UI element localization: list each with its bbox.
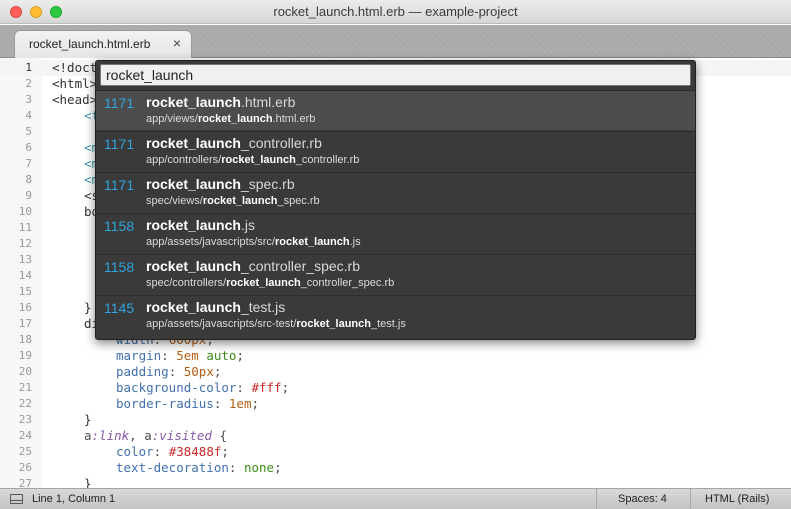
- goto-result-item[interactable]: 1158 rocket_launch_controller_spec.rbspec…: [96, 254, 695, 294]
- status-bar: Line 1, Column 1 Spaces: 4 HTML (Rails): [0, 488, 791, 509]
- line-number: 10: [18, 205, 32, 218]
- result-score: 1158: [104, 259, 135, 275]
- result-path: app/controllers/rocket_launch_controller…: [146, 154, 360, 166]
- result-filename: rocket_launch.js: [146, 217, 255, 233]
- code-line-3: <head>: [52, 92, 98, 107]
- code-line-16: }: [84, 300, 92, 315]
- result-filename: rocket_launch_spec.rb: [146, 176, 295, 192]
- goto-search-input[interactable]: rocket_launch: [100, 64, 691, 86]
- line-number: 5: [25, 125, 32, 138]
- result-score: 1171: [104, 177, 135, 193]
- code-line-25: color: #38488f;: [116, 444, 229, 459]
- result-path: app/assets/javascripts/src-test/rocket_l…: [146, 318, 406, 330]
- result-filename: rocket_launch_test.js: [146, 299, 286, 315]
- line-number: 9: [25, 189, 32, 202]
- line-number: 19: [18, 349, 32, 362]
- result-score: 1171: [104, 136, 135, 152]
- goto-result-item[interactable]: 1171 rocket_launch_controller.rb app/contr…: [96, 131, 695, 171]
- line-number: 3: [25, 93, 32, 106]
- line-number: 17: [18, 317, 32, 330]
- result-score: 1171: [104, 95, 135, 111]
- panel-toggle-icon[interactable]: [10, 494, 23, 504]
- status-divider: [690, 489, 691, 509]
- line-number: 15: [18, 285, 32, 298]
- result-path: spec/controllers/rocket_launch_controlle…: [146, 277, 395, 289]
- result-score: 1158: [104, 218, 135, 234]
- result-path: spec/views/rocket_launch_spec.rb: [146, 195, 320, 207]
- line-number: 20: [18, 365, 32, 378]
- line-number: 21: [18, 381, 32, 394]
- tab-bar: rocket_launch.html.erb ×: [0, 25, 791, 58]
- line-number: 7: [25, 157, 32, 170]
- line-number: 22: [18, 397, 32, 410]
- code-line-22: border-radius: 1em;: [116, 396, 260, 411]
- goto-anything-panel: rocket_launch 1171 rocket_launch.html.erb…: [95, 60, 696, 340]
- line-number: 11: [18, 221, 32, 234]
- goto-result-item[interactable]: 1158 rocket_launch.js app/assets/javascrip…: [96, 213, 695, 253]
- line-number: 12: [18, 237, 32, 250]
- tab-label: rocket_launch.html.erb: [29, 37, 151, 51]
- result-score: 1145: [104, 300, 135, 316]
- goto-result-item[interactable]: 1171 rocket_launch.html.erb app/views/rock…: [96, 90, 695, 130]
- line-number: 26: [18, 461, 32, 474]
- line-number: 18: [18, 333, 32, 346]
- code-line-2: <html>: [52, 76, 98, 91]
- line-number: 6: [25, 141, 32, 154]
- code-line-24: a:link, a:visited {: [84, 428, 228, 443]
- result-filename: rocket_launch_controller.rb: [146, 135, 322, 151]
- code-line-1: <!doct: [52, 60, 98, 75]
- line-number: 4: [25, 109, 32, 122]
- syntax-selector[interactable]: HTML (Rails): [705, 493, 769, 505]
- line-number: 23: [18, 413, 32, 426]
- result-path: app/views/rocket_launch.html.erb: [146, 113, 316, 125]
- line-number: 1: [25, 61, 32, 74]
- tab-rocket-launch[interactable]: rocket_launch.html.erb ×: [14, 30, 192, 58]
- indentation-setting[interactable]: Spaces: 4: [618, 493, 667, 505]
- line-number: 8: [25, 173, 32, 186]
- line-number: 14: [18, 269, 32, 282]
- result-filename: rocket_launch_controller_spec.rb: [146, 258, 360, 274]
- line-number: 25: [18, 445, 32, 458]
- status-divider: [596, 489, 597, 509]
- code-line-21: background-color: #fff;: [116, 380, 290, 395]
- result-filename: rocket_launch.html.erb: [146, 94, 296, 110]
- line-number: 13: [18, 253, 32, 266]
- window-title: rocket_launch.html.erb — example-project: [273, 4, 518, 19]
- cursor-position: Line 1, Column 1: [32, 493, 116, 505]
- line-number: 24: [18, 429, 32, 442]
- window-titlebar: rocket_launch.html.erb — example-project: [0, 0, 791, 24]
- code-line-26: text-decoration: none;: [116, 460, 282, 475]
- code-line-19: margin: 5em auto;: [116, 348, 244, 363]
- code-line-23: }: [84, 412, 92, 427]
- line-number: 2: [25, 77, 32, 90]
- goto-result-item[interactable]: 1145 rocket_launch_test.js app/assets/java…: [96, 295, 695, 335]
- result-path: app/assets/javascripts/src/rocket_launch…: [146, 236, 361, 248]
- code-line-20: padding: 50px;: [116, 364, 222, 379]
- goto-result-item[interactable]: 1171 rocket_launch_spec.rb spec/views/rock…: [96, 172, 695, 212]
- line-number: 16: [18, 301, 32, 314]
- close-tab-icon[interactable]: ×: [173, 35, 181, 51]
